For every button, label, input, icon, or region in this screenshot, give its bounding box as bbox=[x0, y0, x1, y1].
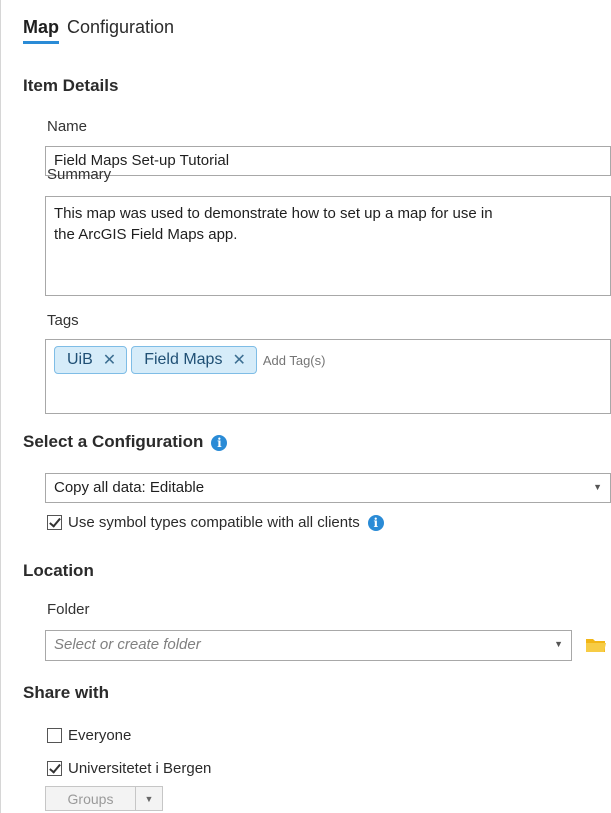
chevron-down-icon[interactable]: ▼ bbox=[135, 787, 162, 810]
tag-chip: UiB ✕ bbox=[54, 346, 128, 374]
groups-button[interactable]: Groups ▼ bbox=[45, 786, 163, 811]
folder-placeholder: Select or create folder bbox=[54, 636, 201, 653]
configuration-dropdown[interactable]: Copy all data: Editable ▼ bbox=[45, 473, 611, 503]
folder-icon[interactable] bbox=[585, 637, 607, 653]
organization-checkbox[interactable] bbox=[47, 761, 62, 776]
everyone-checkbox[interactable] bbox=[47, 728, 62, 743]
organization-option: Universitetet i Bergen bbox=[47, 760, 211, 777]
everyone-option: Everyone bbox=[47, 727, 131, 744]
tag-chip: Field Maps ✕ bbox=[131, 346, 257, 374]
tab-map[interactable]: Map bbox=[23, 17, 59, 44]
tags-input[interactable]: UiB ✕ Field Maps ✕ bbox=[45, 339, 611, 414]
symbol-types-checkbox[interactable] bbox=[47, 515, 62, 530]
name-input[interactable]: Field Maps Set-up Tutorial bbox=[45, 146, 611, 176]
tag-label: Field Maps bbox=[144, 351, 223, 368]
select-configuration-title: Select a Configuration bbox=[23, 432, 204, 451]
summary-label: Summary bbox=[47, 166, 112, 183]
tab-bar: Map Configuration bbox=[23, 17, 174, 44]
folder-dropdown[interactable]: Select or create folder ▼ bbox=[45, 630, 572, 661]
organization-label: Universitetet i Bergen bbox=[68, 760, 212, 777]
configuration-selected-value: Copy all data: Editable bbox=[54, 479, 205, 496]
share-with-heading: Share with bbox=[23, 683, 109, 702]
symbol-types-label: Use symbol types compatible with all cli… bbox=[68, 514, 360, 531]
select-configuration-heading: Select a Configuration i bbox=[23, 432, 228, 452]
tag-label: UiB bbox=[67, 351, 93, 368]
chevron-down-icon: ▼ bbox=[593, 482, 602, 492]
tab-configuration[interactable]: Configuration bbox=[67, 17, 174, 44]
summary-textarea[interactable]: This map was used to demonstrate how to … bbox=[45, 196, 611, 296]
item-details-heading: Item Details bbox=[23, 76, 119, 95]
symbol-types-option: Use symbol types compatible with all cli… bbox=[47, 514, 384, 531]
everyone-label: Everyone bbox=[68, 727, 132, 744]
location-heading: Location bbox=[23, 561, 94, 580]
chevron-down-icon: ▼ bbox=[554, 639, 563, 649]
groups-label: Groups bbox=[67, 790, 114, 807]
info-icon[interactable]: i bbox=[367, 514, 384, 531]
folder-label: Folder bbox=[47, 601, 90, 618]
close-icon[interactable]: ✕ bbox=[103, 350, 116, 370]
info-icon[interactable]: i bbox=[211, 434, 228, 451]
close-icon[interactable]: ✕ bbox=[232, 350, 245, 370]
share-web-map-pane: Map Configuration Item Details Name Fiel… bbox=[0, 0, 611, 813]
tags-label: Tags bbox=[47, 312, 79, 329]
add-tag-input[interactable] bbox=[260, 351, 385, 369]
name-label: Name bbox=[47, 118, 88, 135]
